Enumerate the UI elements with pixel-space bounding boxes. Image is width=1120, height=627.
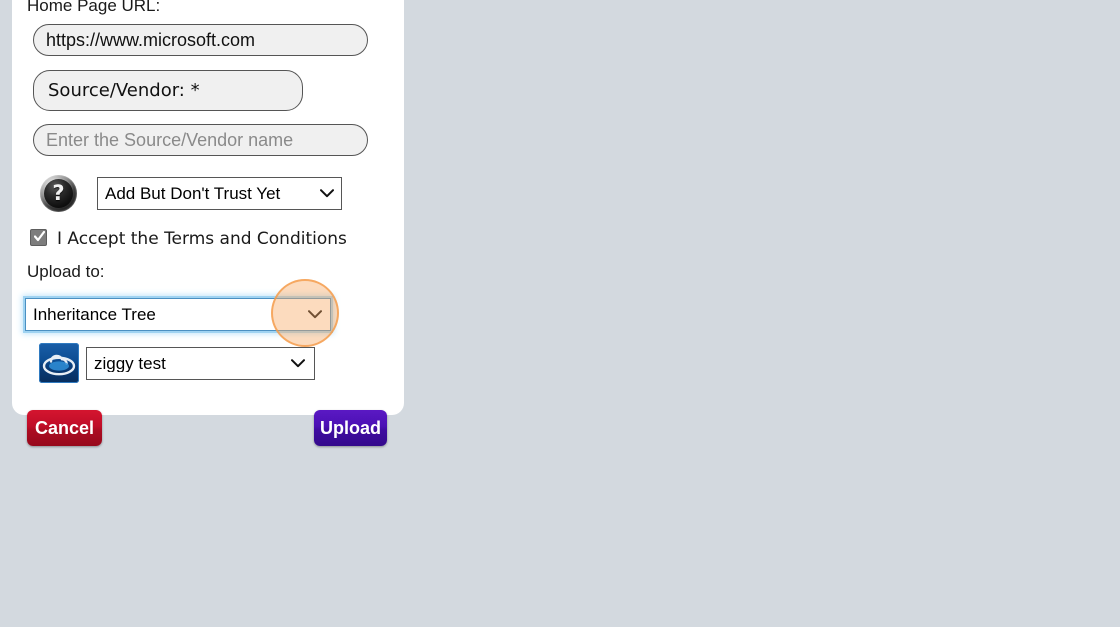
cloud-tree-icon[interactable] — [39, 343, 79, 383]
upload-button[interactable]: Upload — [314, 410, 387, 446]
accept-terms-checkbox[interactable] — [30, 229, 47, 246]
home-page-url-label: Home Page URL: — [27, 0, 161, 15]
source-vendor-input[interactable] — [33, 124, 368, 156]
upload-to-select[interactable]: Inheritance Tree — [25, 298, 331, 331]
home-page-url-input[interactable] — [33, 24, 368, 56]
cloud-glyph — [42, 354, 76, 376]
tree-select[interactable]: ziggy test — [86, 347, 315, 380]
cancel-button[interactable]: Cancel — [27, 410, 102, 446]
tree-select-wrapper[interactable]: ziggy test — [86, 347, 315, 380]
question-mark-glyph: ? — [52, 180, 65, 205]
source-vendor-label: Source/Vendor: * — [33, 70, 303, 111]
trust-level-select-wrapper[interactable]: Add But Don't Trust Yet — [97, 177, 342, 210]
trust-level-select[interactable]: Add But Don't Trust Yet — [97, 177, 342, 210]
checkmark-icon — [34, 230, 45, 243]
upload-to-select-wrapper[interactable]: Inheritance Tree — [25, 298, 331, 331]
upload-to-label: Upload to: — [27, 262, 105, 281]
question-mark-icon[interactable]: ? — [40, 175, 77, 212]
accept-terms-label: I Accept the Terms and Conditions — [57, 229, 347, 249]
